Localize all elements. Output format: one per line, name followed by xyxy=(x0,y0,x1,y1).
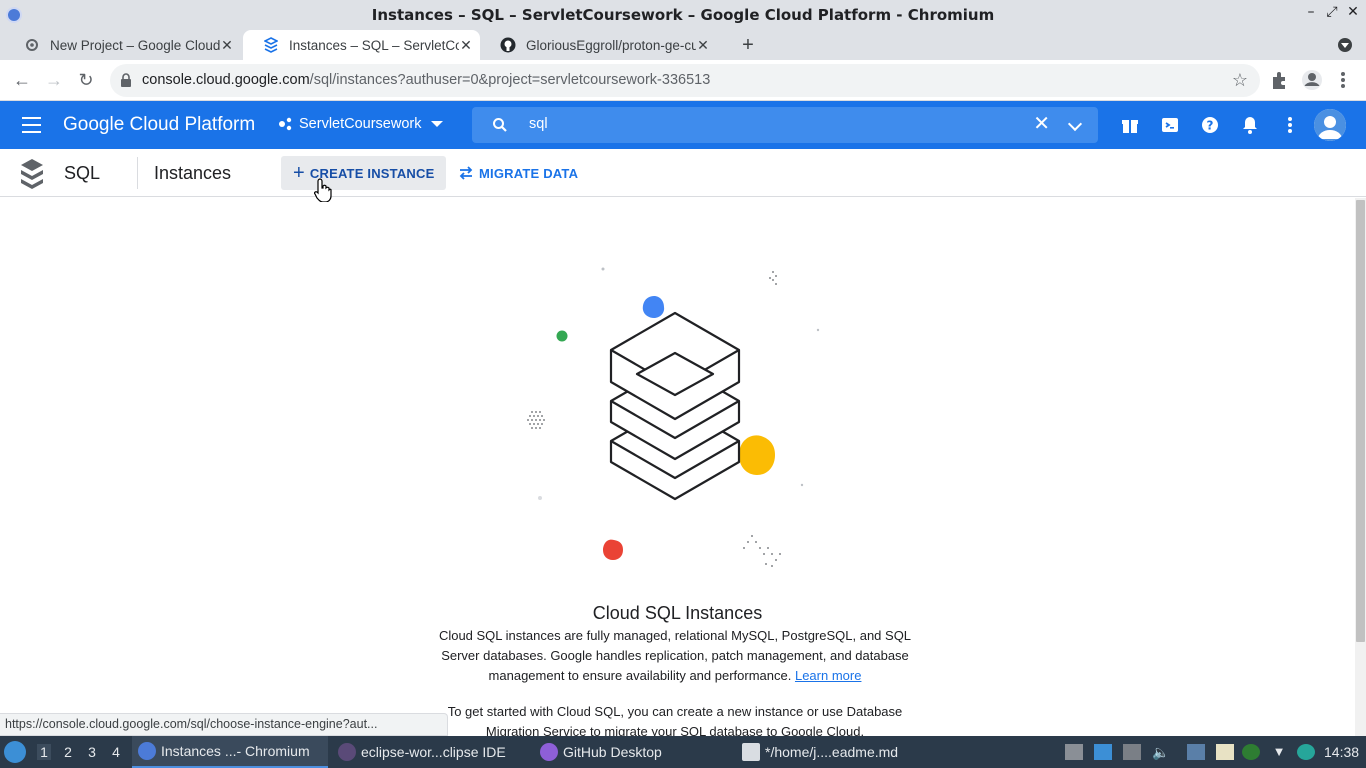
project-dots-icon xyxy=(279,117,292,131)
more-vert-icon[interactable] xyxy=(1280,115,1300,135)
url-text: console.cloud.google.com/sql/instances?a… xyxy=(142,72,711,88)
tab-label: GloriousEggroll/proton-ge-custom xyxy=(526,37,696,53)
chromium-icon xyxy=(138,742,156,760)
page-title: Instances xyxy=(154,163,232,183)
workspace-2[interactable]: 2 xyxy=(61,744,75,760)
close-window-icon[interactable]: ✕ xyxy=(1344,4,1362,20)
clock: 14:38 xyxy=(1324,744,1360,760)
gcp-header: Google Cloud Platform ServletCoursework … xyxy=(0,101,1366,149)
extensions-puzzle-icon[interactable] xyxy=(1269,69,1291,91)
forward-icon[interactable]: → xyxy=(42,68,66,92)
create-instance-button[interactable]: + CREATE INSTANCE xyxy=(281,156,447,190)
search-bar[interactable]: sql ✕ xyxy=(472,107,1098,143)
text-editor-icon xyxy=(742,743,760,761)
tab-label: Instances – SQL – ServletCoursework xyxy=(289,37,459,53)
lock-icon xyxy=(121,73,131,87)
empty-state-title: Cloud SQL Instances xyxy=(592,603,763,623)
learn-more-link[interactable]: Learn more xyxy=(795,668,861,683)
tab-search-icon[interactable] xyxy=(1338,38,1352,52)
tab-label: New Project – Google Cloud Platform xyxy=(50,37,220,53)
tab-new-project[interactable]: New Project – Google Cloud Platform ✕ xyxy=(4,30,241,60)
expand-search-icon[interactable] xyxy=(1067,116,1083,132)
task-editor[interactable]: */home/j....eadme.md xyxy=(736,736,926,768)
gift-icon[interactable] xyxy=(1120,115,1140,135)
gcp-gear-icon xyxy=(24,37,40,53)
github-icon xyxy=(500,37,516,53)
tab-close-icon[interactable]: ✕ xyxy=(458,37,474,53)
files-tray-icon[interactable] xyxy=(1065,744,1083,760)
start-menu-icon[interactable] xyxy=(4,741,26,763)
bookmark-star-icon[interactable]: ☆ xyxy=(1232,70,1248,91)
chrome-menu-icon[interactable] xyxy=(1333,69,1353,91)
task-github-desktop[interactable]: GitHub Desktop xyxy=(534,736,724,768)
cloud-sql-illustration xyxy=(527,267,820,567)
back-icon[interactable]: ← xyxy=(10,68,34,92)
gcp-brand[interactable]: Google Cloud Platform xyxy=(63,114,255,136)
eclipse-icon xyxy=(338,743,356,761)
cloud-shell-icon[interactable] xyxy=(1160,115,1180,135)
vpn-tray-icon[interactable] xyxy=(1242,744,1260,760)
link-status-bubble: https://console.cloud.google.com/sql/cho… xyxy=(0,713,448,736)
product-bar: SQL Instances + CREATE INSTANCE MIGRATE … xyxy=(0,149,1366,197)
clipboard-tray-icon[interactable] xyxy=(1216,744,1234,760)
workspace-1[interactable]: 1 xyxy=(37,744,51,760)
main-content: Cloud SQL Instances Cloud SQL instances … xyxy=(0,198,1355,736)
desktop-tray-icon[interactable] xyxy=(1094,744,1112,760)
project-name: ServletCoursework xyxy=(299,116,422,132)
sync-tray-icon[interactable] xyxy=(1297,744,1315,760)
account-avatar[interactable] xyxy=(1314,109,1346,141)
github-desktop-icon xyxy=(540,743,558,761)
address-bar[interactable]: console.cloud.google.com/sql/instances?a… xyxy=(110,64,1260,97)
profile-icon[interactable] xyxy=(1301,69,1323,91)
window-title: Instances – SQL – ServletCoursework – Go… xyxy=(371,6,995,24)
plus-icon: + xyxy=(293,162,305,184)
updates-tray-icon[interactable] xyxy=(1187,744,1205,760)
minimize-icon[interactable]: – xyxy=(1302,4,1320,20)
tab-close-icon[interactable]: ✕ xyxy=(695,37,711,53)
chevron-down-icon xyxy=(430,121,443,127)
hamburger-menu-icon[interactable] xyxy=(22,117,41,133)
search-input[interactable]: sql xyxy=(529,116,548,132)
reload-icon[interactable]: ↻ xyxy=(74,68,98,92)
migrate-data-button[interactable]: MIGRATE DATA xyxy=(447,156,590,190)
task-chromium[interactable]: Instances ...- Chromium xyxy=(132,736,328,768)
tab-github[interactable]: GloriousEggroll/proton-ge-custom ✕ xyxy=(480,30,717,60)
storage-tray-icon[interactable] xyxy=(1123,744,1141,760)
swap-arrows-icon xyxy=(459,166,473,180)
browser-toolbar: ← → ↻ console.cloud.google.com/sql/insta… xyxy=(0,60,1366,101)
divider xyxy=(137,157,138,189)
workspace-3[interactable]: 3 xyxy=(85,744,99,760)
search-icon xyxy=(493,118,507,132)
account-avatar-icon xyxy=(1314,109,1346,141)
sql-favicon-icon xyxy=(263,37,279,53)
get-started-text: To get started with Cloud SQL, you can c… xyxy=(447,704,903,736)
task-eclipse[interactable]: eclipse-wor...clipse IDE xyxy=(332,736,532,768)
product-name: SQL xyxy=(64,163,101,183)
tab-close-icon[interactable]: ✕ xyxy=(219,37,235,53)
svg-text:?: ? xyxy=(1207,119,1214,133)
help-icon[interactable]: ? xyxy=(1200,115,1220,135)
volume-icon[interactable]: 🔈 xyxy=(1152,744,1170,760)
sql-product-icon xyxy=(21,159,43,189)
window-titlebar: Instances – SQL – ServletCoursework – Go… xyxy=(0,0,1366,30)
project-selector[interactable]: ServletCoursework xyxy=(278,116,443,132)
page-scrollbar[interactable] xyxy=(1355,198,1366,736)
empty-state-description: Cloud SQL instances are fully managed, r… xyxy=(438,628,912,683)
workspace-4[interactable]: 4 xyxy=(109,744,123,760)
new-tab-icon[interactable]: + xyxy=(738,34,758,56)
hand-cursor-icon xyxy=(314,178,332,202)
notifications-bell-icon[interactable] xyxy=(1240,115,1260,135)
os-taskbar: 1 2 3 4 Instances ...- Chromium eclipse-… xyxy=(0,736,1366,768)
tab-strip: New Project – Google Cloud Platform ✕ In… xyxy=(0,30,1366,60)
tab-instances[interactable]: Instances – SQL – ServletCoursework ✕ xyxy=(243,30,480,60)
maximize-icon[interactable]: ⤢ xyxy=(1323,4,1341,20)
wifi-icon[interactable]: ▼ xyxy=(1270,744,1288,760)
clear-search-icon[interactable]: ✕ xyxy=(1033,114,1050,134)
